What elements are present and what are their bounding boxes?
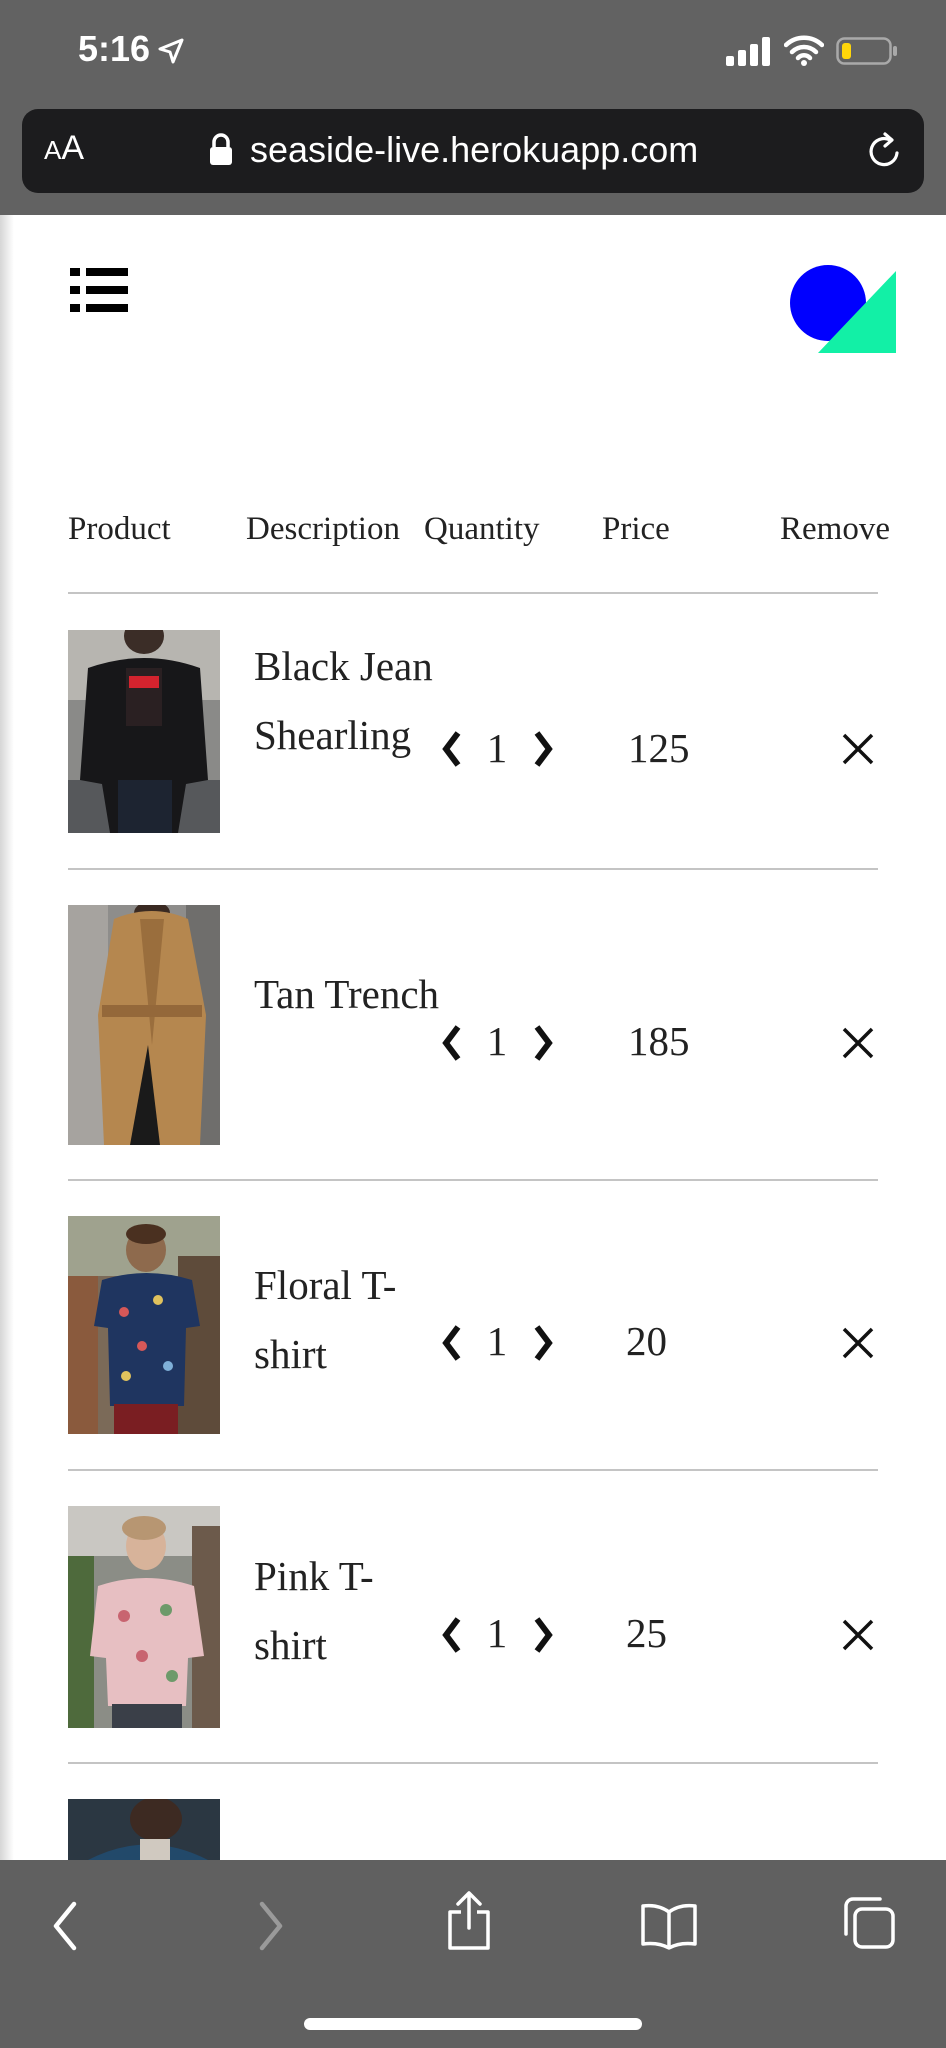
chevron-left-icon[interactable]: [437, 1615, 467, 1655]
location-arrow-icon: [158, 38, 184, 64]
address-bar[interactable]: AA seaside-live.herokuapp.com: [22, 109, 924, 193]
product-image[interactable]: [68, 1799, 220, 1860]
cellular-signal-icon: [726, 37, 770, 66]
text-size-button[interactable]: AA: [44, 129, 84, 168]
quantity-value: 1: [486, 725, 508, 771]
forward-icon[interactable]: [256, 1900, 286, 1952]
close-icon[interactable]: [838, 1023, 878, 1063]
chevron-right-icon[interactable]: [528, 1323, 558, 1363]
chevron-right-icon[interactable]: [528, 1023, 558, 1063]
quantity-value: 1: [486, 1018, 508, 1064]
product-description: Floral T-shirt: [254, 1262, 397, 1377]
list-menu-icon[interactable]: [70, 265, 128, 315]
chevron-right-icon[interactable]: [528, 1615, 558, 1655]
chevron-left-icon[interactable]: [437, 1323, 467, 1363]
close-icon[interactable]: [838, 1615, 878, 1655]
table-divider: [68, 1469, 878, 1471]
text-size-large-label: A: [61, 129, 85, 167]
table-divider: [68, 592, 878, 594]
product-price: 125: [628, 725, 690, 771]
bookmarks-icon[interactable]: [640, 1902, 698, 1950]
table-divider: [68, 868, 878, 870]
product-image[interactable]: [68, 1506, 220, 1728]
column-header-remove: Remove: [780, 511, 890, 547]
share-icon[interactable]: [446, 1890, 492, 1952]
tabs-icon[interactable]: [842, 1896, 896, 1950]
close-icon[interactable]: [838, 729, 878, 769]
product-image[interactable]: [68, 905, 220, 1145]
lock-icon: [210, 133, 232, 165]
cart-page: Product Description Quantity Price Remov…: [0, 215, 946, 1860]
url-text[interactable]: seaside-live.herokuapp.com: [250, 129, 698, 171]
back-icon[interactable]: [50, 1900, 80, 1952]
product-description: Pink T-shirt: [254, 1553, 374, 1668]
table-divider: [68, 1762, 878, 1764]
column-header-description: Description: [246, 511, 400, 547]
wifi-icon: [784, 35, 824, 66]
screen: 5:16 AA seaside-live.herokuapp.com Produ…: [0, 0, 946, 2048]
chevron-left-icon[interactable]: [437, 1023, 467, 1063]
column-header-product: Product: [68, 511, 171, 547]
product-price: 25: [626, 1610, 667, 1656]
home-indicator[interactable]: [304, 2018, 642, 2030]
product-description: Black Jean Shearling: [254, 643, 433, 758]
product-description: Tan Trench: [254, 971, 440, 1017]
table-divider: [68, 1179, 878, 1181]
quantity-value: 1: [486, 1610, 508, 1656]
product-image[interactable]: [68, 1216, 220, 1434]
text-size-small-label: A: [44, 135, 62, 165]
close-icon[interactable]: [838, 1323, 878, 1363]
status-time: 5:16: [78, 28, 151, 69]
chevron-right-icon[interactable]: [528, 729, 558, 769]
chevron-left-icon[interactable]: [437, 729, 467, 769]
quantity-value: 1: [486, 1318, 508, 1364]
battery-icon: [836, 37, 897, 65]
column-header-price: Price: [602, 511, 670, 547]
product-image[interactable]: [68, 630, 220, 833]
status-bar: 5:16: [0, 0, 946, 105]
product-price: 20: [626, 1318, 667, 1364]
browser-address-area: AA seaside-live.herokuapp.com: [0, 105, 946, 215]
page-edge-shadow: [0, 215, 14, 1860]
product-price: 185: [628, 1018, 690, 1064]
reload-icon[interactable]: [864, 131, 904, 171]
site-logo[interactable]: [790, 265, 896, 353]
column-header-quantity: Quantity: [424, 511, 540, 547]
